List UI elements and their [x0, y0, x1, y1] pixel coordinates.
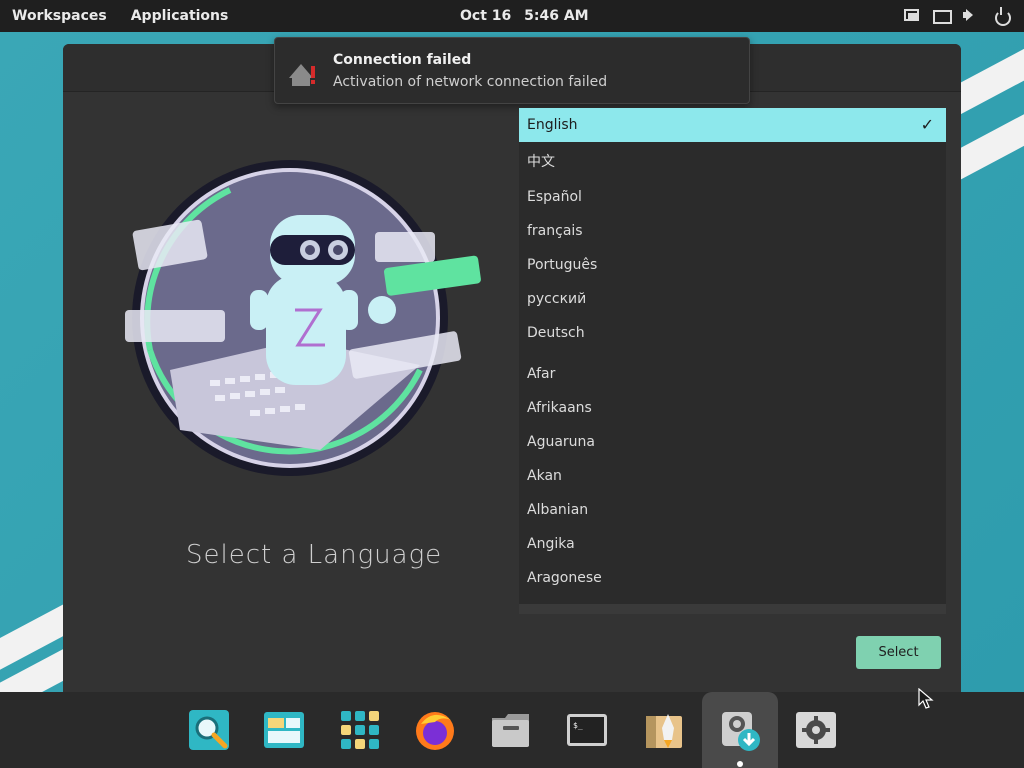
- page-title: Select a Language: [186, 540, 443, 570]
- language-item[interactable]: Akan: [519, 459, 946, 493]
- network-wired-icon[interactable]: [932, 6, 952, 24]
- distinst-installer-icon[interactable]: [718, 708, 762, 752]
- language-label: Albanian: [527, 502, 589, 518]
- power-icon[interactable]: [992, 6, 1011, 26]
- check-icon: ✓: [920, 115, 934, 134]
- clock[interactable]: Oct 16 5:46 AM: [460, 8, 597, 24]
- firefox-icon[interactable]: [413, 708, 457, 752]
- language-label: Akan: [527, 468, 562, 484]
- language-label: Angika: [527, 536, 575, 552]
- select-button[interactable]: Select: [856, 636, 941, 669]
- terminal-icon[interactable]: $_: [565, 708, 609, 752]
- language-label: русский: [527, 291, 587, 307]
- network-error-icon: [289, 58, 317, 86]
- svg-text:$_: $_: [573, 721, 583, 730]
- notification-title: Connection failed: [333, 52, 472, 68]
- language-label: français: [527, 223, 583, 239]
- dock: $_: [0, 692, 1024, 768]
- language-item[interactable]: English ✓: [519, 108, 946, 142]
- applications-button[interactable]: Applications: [131, 8, 229, 24]
- language-item[interactable]: Afar: [519, 357, 946, 391]
- app-grid-icon[interactable]: [338, 708, 382, 752]
- language-item[interactable]: Deutsch: [519, 316, 946, 350]
- installer-rocket-icon[interactable]: [642, 708, 686, 752]
- notification-body: Activation of network connection failed: [333, 74, 608, 90]
- search-icon[interactable]: [187, 708, 231, 752]
- language-item[interactable]: Español: [519, 180, 946, 214]
- language-label: 中文: [527, 154, 555, 170]
- settings-gear-icon[interactable]: [794, 708, 838, 752]
- clock-date: Oct 16: [460, 8, 512, 24]
- active-app-indicator: [737, 761, 743, 767]
- files-icon[interactable]: [489, 708, 533, 752]
- language-label: Español: [527, 189, 582, 205]
- workspaces-button[interactable]: Workspaces: [12, 8, 107, 24]
- language-item[interactable]: Aguaruna: [519, 425, 946, 459]
- language-item[interactable]: Afrikaans: [519, 391, 946, 425]
- language-item[interactable]: 中文: [519, 145, 946, 179]
- top-bar: Workspaces Applications Oct 16 5:46 AM: [0, 0, 1024, 32]
- system-tray: [902, 6, 1011, 26]
- language-label: Afar: [527, 366, 556, 382]
- notification-toast[interactable]: Connection failed Activation of network …: [274, 37, 750, 104]
- robot-illustration: [125, 160, 481, 476]
- language-item[interactable]: français: [519, 214, 946, 248]
- language-label: Aragonese: [527, 570, 602, 586]
- clock-time: 5:46 AM: [524, 8, 589, 24]
- language-item[interactable]: Português: [519, 248, 946, 282]
- language-item[interactable]: Angika: [519, 527, 946, 561]
- workspaces-toggle-icon[interactable]: [902, 6, 920, 24]
- language-label: English: [527, 117, 578, 133]
- language-list[interactable]: English ✓ 中文 Español français Português …: [519, 108, 946, 614]
- language-item[interactable]: Albanian: [519, 493, 946, 527]
- language-label: Afrikaans: [527, 400, 592, 416]
- language-label: Aguaruna: [527, 434, 595, 450]
- language-label: Português: [527, 257, 598, 273]
- language-item[interactable]: русский: [519, 282, 946, 316]
- language-item[interactable]: Aragonese: [519, 561, 946, 595]
- mouse-cursor-icon: [918, 688, 934, 709]
- language-label: Deutsch: [527, 325, 585, 341]
- volume-icon[interactable]: [962, 6, 980, 24]
- workspaces-icon[interactable]: [262, 708, 306, 752]
